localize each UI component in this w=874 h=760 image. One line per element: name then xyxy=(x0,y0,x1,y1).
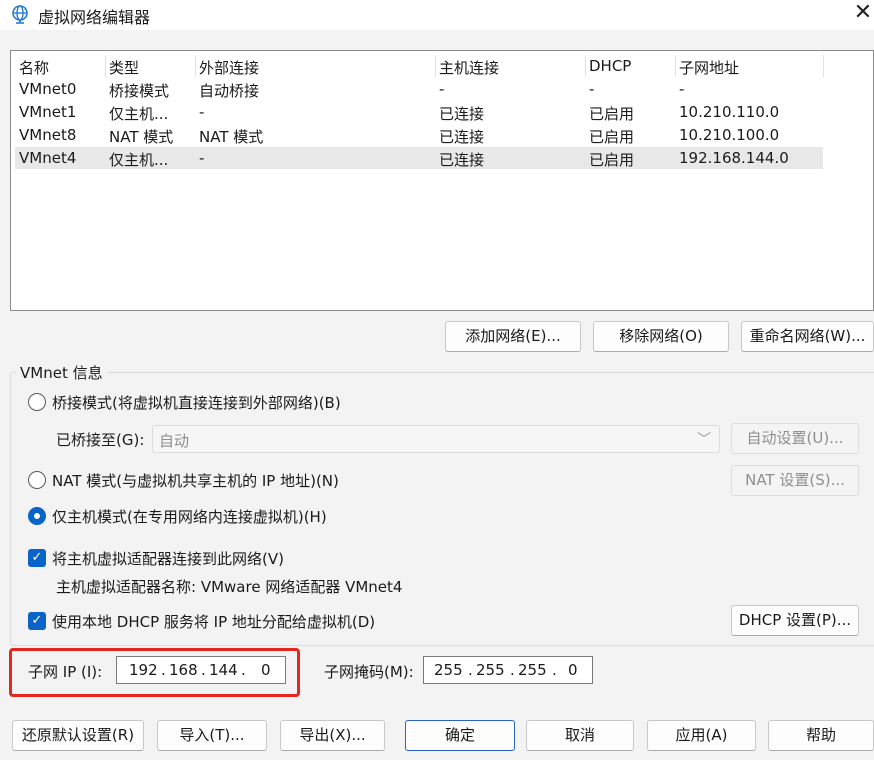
export-button[interactable]: 导出(X)... xyxy=(280,720,385,751)
cell-host: 已连接 xyxy=(439,151,485,169)
bridged-mode-radio[interactable] xyxy=(28,393,46,411)
mask-octet: 0 xyxy=(568,661,578,679)
apply-button[interactable]: 应用(A) xyxy=(647,720,756,751)
ok-button[interactable]: 确定 xyxy=(405,720,515,751)
cell-dhcp: 已启用 xyxy=(589,105,635,123)
rename-network-button[interactable]: 重命名网络(W)... xyxy=(741,321,874,352)
mask-octet: 255 xyxy=(434,661,463,679)
table-row[interactable]: VMnet8 NAT 模式 NAT 模式 已连接 已启用 10.210.100.… xyxy=(15,124,823,146)
cell-dhcp: 已启用 xyxy=(589,128,635,146)
cell-type: NAT 模式 xyxy=(109,128,174,146)
globe-icon xyxy=(12,5,28,24)
bridged-to-select[interactable]: 自动 ﹀ xyxy=(152,425,720,453)
column-header-external[interactable]: 外部连接 xyxy=(199,57,435,78)
table-row-selected[interactable]: VMnet4 仅主机... - 已连接 已启用 192.168.144.0 xyxy=(15,147,823,169)
mask-dot: . xyxy=(468,661,473,679)
cell-host: - xyxy=(439,80,445,98)
dhcp-settings-button[interactable]: DHCP 设置(P)... xyxy=(731,605,859,636)
mask-octet: 255 xyxy=(476,661,505,679)
table-row[interactable]: VMnet0 桥接模式 自动桥接 - - - xyxy=(15,78,823,100)
network-list[interactable]: 名称 类型 外部连接 主机连接 DHCP 子网地址 VMnet0 桥接模式 自动… xyxy=(10,50,874,311)
cell-name: VMnet1 xyxy=(19,103,77,121)
mask-dot: . xyxy=(510,661,515,679)
restore-defaults-button[interactable]: 还原默认设置(R) xyxy=(12,720,144,751)
cell-subnet: - xyxy=(679,80,685,98)
cell-host: 已连接 xyxy=(439,128,485,146)
subnet-ip-highlight xyxy=(9,648,300,697)
add-network-button[interactable]: 添加网络(E)... xyxy=(445,321,581,352)
close-icon[interactable]: ✕ xyxy=(852,2,874,26)
use-dhcp-label[interactable]: 使用本地 DHCP 服务将 IP 地址分配给虚拟机(D) xyxy=(52,611,375,632)
cell-name: VMnet0 xyxy=(19,80,77,98)
cell-subnet: 192.168.144.0 xyxy=(679,149,789,167)
cell-host: 已连接 xyxy=(439,105,485,123)
cell-type: 仅主机... xyxy=(109,151,169,169)
column-header-host[interactable]: 主机连接 xyxy=(439,57,585,78)
window-title: 虚拟网络编辑器 xyxy=(38,8,151,27)
list-header: 名称 类型 外部连接 主机连接 DHCP 子网地址 xyxy=(15,55,824,78)
nat-mode-radio[interactable] xyxy=(28,471,46,489)
cell-name: VMnet8 xyxy=(19,126,77,144)
mask-octet: 255 xyxy=(518,661,547,679)
nat-settings-button[interactable]: NAT 设置(S)... xyxy=(731,465,859,496)
host-only-mode-label[interactable]: 仅主机模式(在专用网络内连接虚拟机)(H) xyxy=(52,506,327,527)
nat-mode-label[interactable]: NAT 模式(与虚拟机共享主机的 IP 地址)(N) xyxy=(52,470,339,491)
cell-subnet: 10.210.110.0 xyxy=(679,103,780,121)
use-dhcp-checkbox[interactable]: ✓ xyxy=(28,612,46,630)
auto-settings-button[interactable]: 自动设置(U)... xyxy=(731,423,859,454)
column-header-dhcp[interactable]: DHCP xyxy=(589,57,675,75)
adapter-name-text: 主机虚拟适配器名称: VMware 网络适配器 VMnet4 xyxy=(56,578,403,596)
import-button[interactable]: 导入(T)... xyxy=(157,720,267,751)
host-only-mode-radio[interactable] xyxy=(28,507,46,525)
chevron-down-icon: ﹀ xyxy=(697,432,711,448)
vmnet-info-title: VMnet 信息 xyxy=(16,362,107,383)
mask-dot: . xyxy=(552,661,557,679)
help-button[interactable]: 帮助 xyxy=(768,720,874,751)
cell-external: - xyxy=(199,149,205,167)
cell-external: NAT 模式 xyxy=(199,128,264,146)
cell-external: 自动桥接 xyxy=(199,82,260,100)
remove-network-button[interactable]: 移除网络(O) xyxy=(593,321,729,352)
column-header-type[interactable]: 类型 xyxy=(109,57,195,78)
column-header-name[interactable]: 名称 xyxy=(19,57,105,78)
cell-external: - xyxy=(199,103,205,121)
connect-adapter-checkbox[interactable]: ✓ xyxy=(28,549,46,567)
column-header-subnet[interactable]: 子网地址 xyxy=(679,57,819,78)
bridged-to-label: 已桥接至(G): xyxy=(56,431,145,449)
bridged-mode-label[interactable]: 桥接模式(将虚拟机直接连接到外部网络)(B) xyxy=(52,392,341,413)
bridged-to-value: 自动 xyxy=(159,432,190,450)
cell-type: 仅主机... xyxy=(109,105,169,123)
cell-name: VMnet4 xyxy=(19,149,77,167)
subnet-mask-label: 子网掩码(M): xyxy=(324,663,414,681)
table-row[interactable]: VMnet1 仅主机... - 已连接 已启用 10.210.110.0 xyxy=(15,101,823,123)
title-bar: 虚拟网络编辑器 ✕ xyxy=(0,0,874,30)
connect-adapter-label[interactable]: 将主机虚拟适配器连接到此网络(V) xyxy=(52,548,284,569)
cancel-button[interactable]: 取消 xyxy=(526,720,634,751)
cell-subnet: 10.210.100.0 xyxy=(679,126,780,144)
cell-type: 桥接模式 xyxy=(109,82,170,100)
cell-dhcp: 已启用 xyxy=(589,151,635,169)
subnet-mask-input[interactable]: 255 . 255 . 255 . 0 xyxy=(423,656,593,684)
cell-dhcp: - xyxy=(589,80,595,98)
